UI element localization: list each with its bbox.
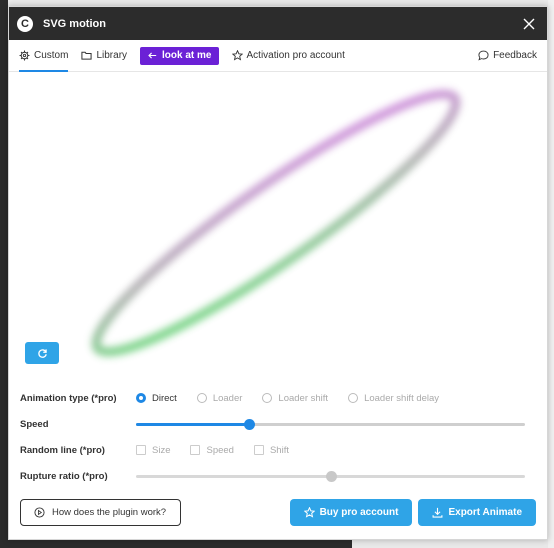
checkbox-speed[interactable] (190, 445, 201, 455)
animation-canvas (9, 72, 547, 380)
option-loader-shift-delay-label: Loader shift delay (364, 392, 440, 404)
option-loader-shift[interactable]: Loader shift (262, 393, 328, 404)
option-direct[interactable]: Direct (136, 393, 177, 404)
check-shift-label: Shift (269, 444, 289, 456)
option-direct-label: Direct (152, 392, 177, 404)
footer-bar: How does the plugin work? Buy pro accoun… (20, 499, 536, 526)
tab-feedback-label: Feedback (493, 50, 537, 61)
option-loader[interactable]: Loader (196, 392, 243, 404)
checkbox-size[interactable] (136, 445, 146, 455)
tab-bar: Custom Library look at me Activation pro… (9, 40, 547, 72)
rupture-ratio-row: Rupture ratio (*pro) (20, 463, 536, 489)
tab-look-at-me-label: look at me (162, 50, 212, 61)
rupture-ratio-slider[interactable] (136, 470, 525, 482)
tab-custom-label: Custom (34, 50, 69, 61)
help-button[interactable]: How does the plugin work? (20, 499, 182, 526)
star-icon (303, 507, 315, 518)
buy-pro-button[interactable]: Buy pro account (289, 499, 413, 526)
rupture-ratio-slider-handle[interactable] (325, 470, 337, 482)
check-size-label: Size (152, 444, 171, 456)
star-icon (231, 50, 243, 61)
gear-icon (19, 50, 30, 61)
random-line-row: Random line (*pro) Size Speed Shift (20, 437, 536, 463)
speed-slider-fill (136, 422, 249, 426)
animation-type-label: Animation type (*pro) (20, 392, 117, 404)
option-loader-label: Loader (212, 392, 243, 404)
rupture-ratio-label: Rupture ratio (*pro) (20, 470, 108, 482)
checkbox-shift[interactable] (253, 445, 264, 455)
tab-feedback[interactable]: Feedback (478, 40, 537, 72)
option-loader-shift-label: Loader shift (278, 392, 329, 404)
option-loader-shift-delay[interactable]: Loader shift delay (348, 393, 439, 404)
animation-type-row: Animation type (*pro) Direct Loader Load… (20, 385, 536, 411)
check-shift[interactable]: Shift (253, 444, 289, 456)
tab-library-label: Library (96, 50, 128, 61)
speed-slider[interactable] (136, 418, 525, 430)
check-speed-label: Speed (206, 444, 234, 456)
animated-loop-path (91, 89, 461, 357)
radio-loader-shift[interactable] (262, 393, 273, 403)
tab-activation-pro-label: Activation pro account (246, 50, 345, 61)
tab-look-at-me[interactable]: look at me (140, 46, 219, 65)
play-circle-icon (34, 507, 45, 518)
export-animate-label: Export Animate (448, 507, 522, 518)
tab-custom[interactable]: Custom (19, 40, 69, 72)
check-speed[interactable]: Speed (190, 444, 234, 456)
close-icon[interactable] (521, 16, 537, 32)
title-bar: C SVG motion (9, 7, 547, 40)
speed-slider-handle[interactable] (243, 418, 255, 430)
tab-activation-pro[interactable]: Activation pro account (231, 40, 345, 72)
arrow-left-icon (148, 52, 157, 59)
download-icon (433, 507, 443, 518)
backdrop-right (548, 0, 554, 548)
help-button-label: How does the plugin work? (52, 507, 167, 518)
tab-library[interactable]: Library (81, 40, 127, 72)
chat-icon (478, 50, 489, 61)
plugin-window: C SVG motion Custom Library look at me A… (8, 6, 548, 540)
radio-loader-shift-delay[interactable] (348, 393, 359, 403)
app-logo-icon: C (17, 15, 33, 32)
check-size[interactable]: Size (136, 445, 170, 456)
radio-loader[interactable] (196, 393, 207, 403)
backdrop-left (0, 0, 8, 548)
radio-direct[interactable] (136, 393, 146, 403)
controls-panel: Animation type (*pro) Direct Loader Load… (9, 385, 547, 489)
folder-icon (81, 51, 93, 60)
refresh-icon (37, 348, 47, 358)
window-title: SVG motion (43, 17, 106, 30)
random-line-label: Random line (*pro) (20, 444, 105, 456)
speed-label: Speed (20, 418, 49, 430)
backdrop-bottom (0, 540, 352, 548)
export-animate-button[interactable]: Export Animate (418, 499, 536, 526)
speed-row: Speed (20, 411, 536, 437)
buy-pro-label: Buy pro account (319, 507, 399, 518)
refresh-button[interactable] (25, 342, 59, 364)
